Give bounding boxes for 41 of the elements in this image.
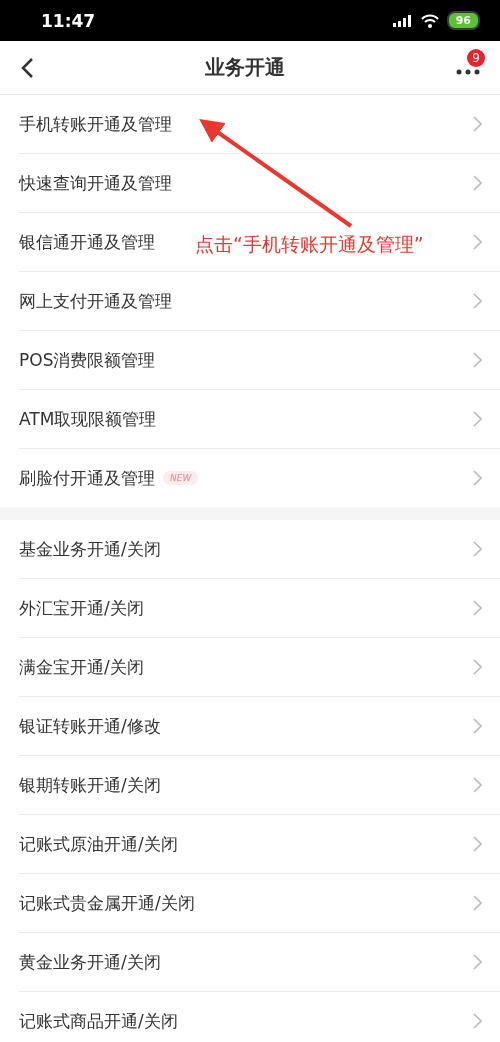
list-item[interactable]: 满金宝开通/关闭 <box>19 638 500 697</box>
list-item[interactable]: 记账式商品开通/关闭 <box>19 992 500 1042</box>
list-item[interactable]: 外汇宝开通/关闭 <box>19 579 500 638</box>
list-item[interactable]: 记账式贵金属开通/关闭 <box>19 874 500 933</box>
chevron-icon <box>473 1013 482 1029</box>
chevron-icon <box>473 293 482 309</box>
list-item[interactable]: 记账式原油开通/关闭 <box>19 815 500 874</box>
wifi-icon <box>420 13 439 28</box>
list-item[interactable]: POS消费限额管理 <box>19 331 500 390</box>
battery-indicator: 96 <box>446 11 480 30</box>
chevron-icon <box>473 836 482 852</box>
chevron-icon <box>473 470 482 486</box>
chevron-icon <box>473 234 482 250</box>
chevron-icon <box>473 116 482 132</box>
list-item[interactable]: 手机转账开通及管理 <box>19 95 500 154</box>
chevron-icon <box>473 718 482 734</box>
new-tag: NEW <box>163 471 199 485</box>
chevron-icon <box>473 600 482 616</box>
list-item[interactable]: 刷脸付开通及管理 NEW <box>19 449 500 507</box>
chevron-icon <box>473 411 482 427</box>
list-item[interactable]: ATM取现限额管理 <box>19 390 500 449</box>
list-item[interactable]: 网上支付开通及管理 <box>19 272 500 331</box>
back-icon <box>20 56 34 79</box>
list-item[interactable]: 银期转账开通/关闭 <box>19 756 500 815</box>
status-time: 11:47 <box>41 10 96 31</box>
notification-badge: 9 <box>467 48 485 67</box>
signal-icon <box>392 14 413 27</box>
more-icon <box>456 68 480 75</box>
list-item[interactable]: 快速查询开通及管理 <box>19 154 500 213</box>
annotation-text: 点击“手机转账开通及管理” <box>195 232 424 257</box>
page-title: 业务开通 <box>204 54 286 81</box>
chevron-icon <box>473 352 482 368</box>
chevron-icon <box>473 659 482 675</box>
chevron-icon <box>473 175 482 191</box>
chevron-icon <box>473 541 482 557</box>
list-item[interactable]: 基金业务开通/关闭 <box>19 520 500 579</box>
chevron-icon <box>473 954 482 970</box>
list-item[interactable]: 银证转账开通/修改 <box>19 697 500 756</box>
chevron-icon <box>473 895 482 911</box>
chevron-icon <box>473 777 482 793</box>
list-item[interactable]: 黄金业务开通/关闭 <box>19 933 500 992</box>
